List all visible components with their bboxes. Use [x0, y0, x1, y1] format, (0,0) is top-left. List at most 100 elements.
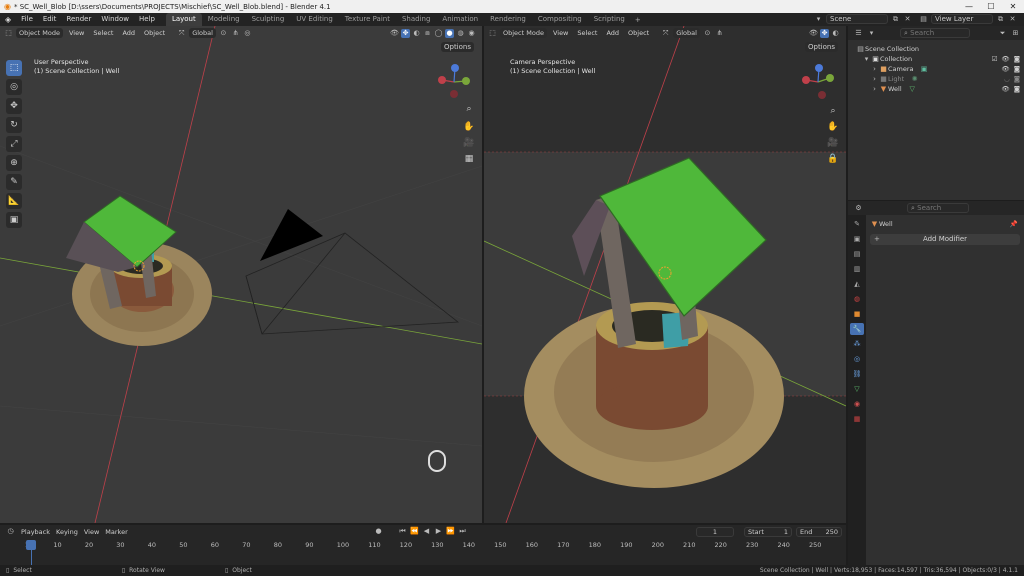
filter-icon[interactable]: ⏷ — [998, 29, 1007, 38]
menu-keying[interactable]: Keying — [56, 528, 78, 536]
start-frame-field[interactable]: Start 1 — [744, 526, 792, 537]
end-frame-field[interactable]: End 250 — [796, 526, 842, 537]
play-reverse-icon[interactable]: ◀ — [422, 527, 431, 536]
blender-menu-icon[interactable]: ◈ — [0, 15, 16, 24]
new-scene-icon[interactable]: ⧉ — [891, 15, 900, 24]
camera-restrict-icon[interactable]: ◙ — [1014, 84, 1020, 94]
chevron-down-icon[interactable]: ▾ — [862, 55, 871, 64]
eye-icon[interactable]: 👁 — [1001, 84, 1009, 94]
frame-ruler[interactable]: 1102030405060708090100110120130140150160… — [0, 538, 846, 565]
render-tab-icon[interactable]: ▣ — [850, 233, 864, 245]
tab-uv-editing[interactable]: UV Editing — [290, 13, 339, 26]
play-icon[interactable]: ▶ — [434, 527, 443, 536]
zoom-icon[interactable]: ⌕ — [462, 102, 476, 116]
tab-layout[interactable]: Layout — [165, 13, 202, 26]
chevron-right-icon[interactable]: › — [870, 75, 879, 84]
world-tab-icon[interactable]: ◍ — [850, 293, 864, 305]
current-frame-field[interactable]: 1 — [696, 526, 734, 537]
viewport-right[interactable]: ⬚ Object Mode View Select Add Object ⤧ G… — [484, 26, 846, 523]
menu-view[interactable]: View — [550, 29, 571, 37]
orientation-dropdown[interactable]: Global — [673, 28, 700, 38]
measure-icon[interactable]: 📐 — [6, 193, 22, 209]
wireframe-shading-icon[interactable]: ◯ — [434, 29, 443, 38]
gizmo-icon[interactable]: ✥ — [401, 28, 410, 38]
tab-shading[interactable]: Shading — [396, 13, 436, 26]
editor-type-icon[interactable]: ⚙ — [854, 204, 863, 213]
tab-rendering[interactable]: Rendering — [484, 13, 532, 26]
modifier-tab-icon[interactable]: 🔧 — [850, 323, 864, 335]
add-cube-icon[interactable]: ▣ — [6, 212, 22, 228]
chevron-right-icon[interactable]: › — [870, 85, 879, 94]
scene-icon[interactable]: ▾ — [814, 15, 823, 24]
object-mode-dropdown[interactable]: Object Mode — [16, 28, 63, 38]
snap-icon[interactable]: ⋔ — [715, 29, 724, 38]
particles-tab-icon[interactable]: ⁂ — [850, 338, 864, 350]
pivot-icon[interactable]: ⊙ — [219, 29, 228, 38]
object-tab-icon[interactable]: ■ — [850, 308, 864, 320]
tree-scene-collection[interactable]: ▤ Scene Collection — [856, 44, 1024, 54]
pin-icon[interactable]: 📌 — [1010, 219, 1018, 229]
viewport-left[interactable]: ⬚ Object Mode View Select Add Object ⤧ G… — [0, 26, 482, 523]
menu-file[interactable]: File — [16, 13, 38, 26]
view-layer-tab-icon[interactable]: ▥ — [850, 263, 864, 275]
constraints-tab-icon[interactable]: ⛓ — [850, 368, 864, 380]
visibility-icon[interactable]: 👁 — [809, 29, 818, 38]
delete-view-layer-icon[interactable]: ✕ — [1008, 15, 1017, 24]
menu-view[interactable]: View — [84, 528, 99, 536]
menu-window[interactable]: Window — [96, 13, 134, 26]
tree-item-light[interactable]: › ■ Light ✺ ◡ ◙ — [856, 74, 1024, 84]
overlay-icon[interactable]: ◐ — [831, 29, 840, 38]
menu-add[interactable]: Add — [119, 29, 138, 37]
material-shading-icon[interactable]: ◍ — [456, 29, 465, 38]
rendered-shading-icon[interactable]: ◉ — [467, 29, 476, 38]
menu-help[interactable]: Help — [134, 13, 160, 26]
tree-item-camera[interactable]: › ■ Camera ▣ 👁 ◙ — [856, 64, 1024, 74]
orientation-dropdown[interactable]: Global — [189, 28, 216, 38]
lock-camera-icon[interactable]: 🔒 — [826, 152, 840, 166]
new-collection-icon[interactable]: ⊞ — [1011, 29, 1020, 38]
editor-type-icon[interactable]: ◷ — [6, 527, 15, 536]
maximize-button[interactable]: ☐ — [980, 0, 1002, 13]
options-button[interactable]: Options — [440, 42, 474, 52]
rotate-icon[interactable]: ↻ — [6, 117, 22, 133]
scene-tab-icon[interactable]: ◭ — [850, 278, 864, 290]
object-mode-dropdown[interactable]: Object Mode — [500, 28, 547, 38]
camera-view-icon[interactable]: 🎥 — [826, 136, 840, 150]
move-icon[interactable]: ✥ — [6, 98, 22, 114]
tab-compositing[interactable]: Compositing — [532, 13, 588, 26]
camera-restrict-icon[interactable]: ◙ — [1014, 64, 1020, 74]
menu-add[interactable]: Add — [603, 29, 622, 37]
eye-icon[interactable]: 👁 — [1001, 54, 1009, 64]
editor-type-icon[interactable]: ⬚ — [488, 29, 497, 38]
camera-view-icon[interactable]: 🎥 — [462, 136, 476, 150]
tab-texture-paint[interactable]: Texture Paint — [339, 13, 396, 26]
output-tab-icon[interactable]: ▤ — [850, 248, 864, 260]
zoom-icon[interactable]: ⌕ — [826, 104, 840, 118]
select-box-icon[interactable]: ⬚ — [6, 60, 22, 76]
close-button[interactable]: ✕ — [1002, 0, 1024, 13]
options-button[interactable]: Options — [804, 42, 838, 52]
texture-tab-icon[interactable]: ▦ — [850, 413, 864, 425]
camera-restrict-icon[interactable]: ◙ — [1014, 54, 1020, 64]
view-layer-field[interactable]: View Layer — [931, 14, 993, 24]
gizmo-icon[interactable]: ✥ — [820, 28, 829, 38]
checkbox-icon[interactable]: ☑ — [992, 54, 998, 64]
overlay-icon[interactable]: ◐ — [412, 29, 421, 38]
view-layer-icon[interactable]: ▤ — [919, 15, 928, 24]
tab-animation[interactable]: Animation — [436, 13, 484, 26]
menu-select[interactable]: Select — [90, 29, 116, 37]
camera-restrict-icon[interactable]: ◙ — [1014, 74, 1020, 84]
jump-end-icon[interactable]: ⏭ — [458, 527, 467, 536]
cursor-icon[interactable]: ◎ — [6, 79, 22, 95]
minimize-button[interactable]: — — [958, 0, 980, 13]
chevron-right-icon[interactable]: › — [870, 65, 879, 74]
pivot-icon[interactable]: ⊙ — [703, 29, 712, 38]
jump-start-icon[interactable]: ⏮ — [398, 527, 407, 536]
new-view-layer-icon[interactable]: ⧉ — [996, 15, 1005, 24]
proportional-edit-icon[interactable]: ◎ — [243, 29, 252, 38]
properties-search-input[interactable]: ⌕ Search — [907, 203, 969, 213]
tree-collection[interactable]: ▾ ▣ Collection ☑ 👁 ◙ — [856, 54, 1024, 64]
editor-type-icon[interactable]: ☰ — [854, 29, 863, 38]
delete-scene-icon[interactable]: ✕ — [903, 15, 912, 24]
display-mode-icon[interactable]: ▾ — [867, 29, 876, 38]
